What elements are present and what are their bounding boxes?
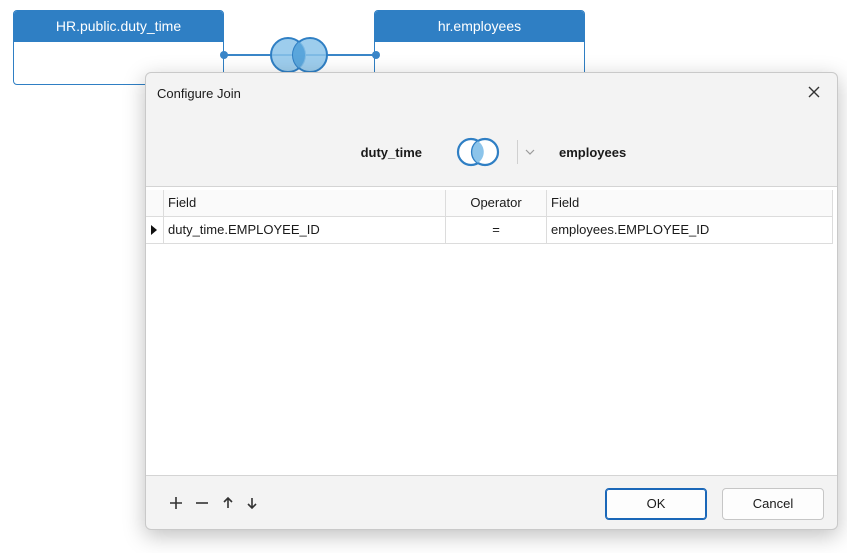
row-indicator-header <box>146 190 164 217</box>
left-table-name: duty_time <box>360 145 422 160</box>
column-header-operator[interactable]: Operator <box>446 190 547 217</box>
left-field-cell[interactable]: duty_time.EMPLOYEE_ID <box>164 217 446 244</box>
join-header: duty_time employees <box>146 136 837 170</box>
join-type-separator <box>517 140 518 164</box>
chevron-down-icon[interactable] <box>523 144 537 158</box>
arrow-up-icon[interactable] <box>218 491 238 515</box>
row-indicator <box>146 217 164 244</box>
column-header-right-field[interactable]: Field <box>547 190 833 217</box>
configure-join-dialog: Configure Join duty_time employees Field… <box>145 72 838 530</box>
column-header-left-field[interactable]: Field <box>164 190 446 217</box>
cancel-button[interactable]: Cancel <box>722 488 824 520</box>
left-table-title[interactable]: HR.public.duty_time <box>14 11 223 42</box>
ok-button[interactable]: OK <box>605 488 707 520</box>
right-table-title[interactable]: hr.employees <box>375 11 584 42</box>
right-table-name: employees <box>559 145 627 160</box>
plus-icon[interactable] <box>166 491 186 515</box>
grid-header-row: Field Operator Field <box>146 190 837 217</box>
join-conditions-grid[interactable]: Field Operator Field duty_time.EMPLOYEE_… <box>146 186 837 476</box>
operator-cell[interactable]: = <box>446 217 547 244</box>
dialog-title: Configure Join <box>157 86 241 101</box>
minus-icon[interactable] <box>192 491 212 515</box>
inner-join-icon[interactable] <box>452 136 504 168</box>
right-field-cell[interactable]: employees.EMPLOYEE_ID <box>547 217 833 244</box>
close-icon[interactable] <box>803 81 825 103</box>
row-pointer-icon <box>151 225 157 235</box>
table-row[interactable]: duty_time.EMPLOYEE_ID = employees.EMPLOY… <box>146 217 837 244</box>
arrow-down-icon[interactable] <box>242 491 262 515</box>
